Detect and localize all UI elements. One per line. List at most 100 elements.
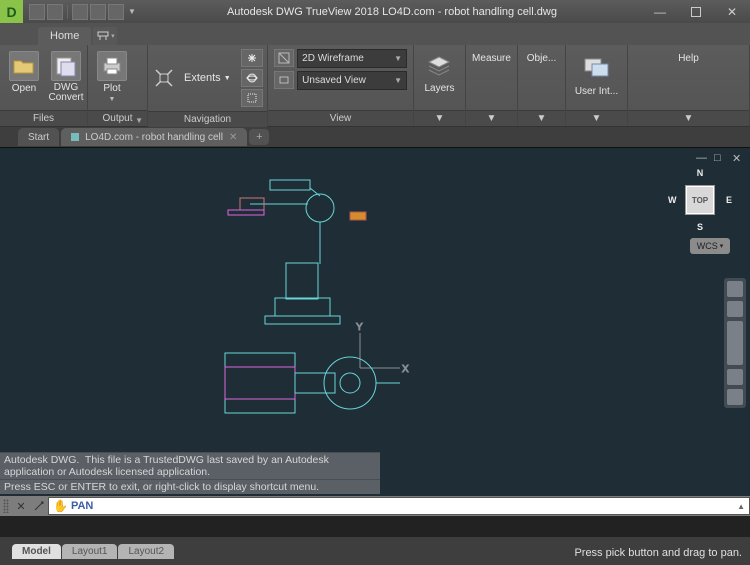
viewport-window-controls: — □ ✕ <box>696 152 744 162</box>
qat-open-icon[interactable] <box>29 4 45 20</box>
compass-s: S <box>697 222 703 232</box>
panel-title-help[interactable]: ▼ <box>628 110 749 126</box>
orbit-icon[interactable] <box>241 69 263 87</box>
dwg-convert-button[interactable]: DWG Convert <box>48 49 84 105</box>
command-input[interactable]: ✋ PAN ▲ <box>48 497 750 515</box>
panel-navigation: Extents▼ Navigation <box>148 45 268 126</box>
panel-object: Obje... ▼ <box>518 45 566 126</box>
panel-dropdown-icon[interactable]: ▼ <box>135 113 143 129</box>
history-line: Press ESC or ENTER to exit, or right-cli… <box>0 479 380 494</box>
qat-plot-icon[interactable] <box>72 4 88 20</box>
panel-title-ui[interactable]: ▼ <box>566 110 627 126</box>
help-label[interactable]: Help <box>678 53 699 64</box>
panel-title-files: Files <box>0 110 87 126</box>
plot-button[interactable]: Plot ▼ <box>94 49 130 105</box>
tab-layout2[interactable]: Layout2 <box>118 544 174 559</box>
qat-undo-icon[interactable] <box>90 4 106 20</box>
object-label[interactable]: Obje... <box>527 53 556 64</box>
panel-title-layers[interactable]: ▼ <box>414 110 465 126</box>
qat-redo-icon[interactable] <box>108 4 124 20</box>
app-logo[interactable]: D <box>0 0 23 23</box>
command-close-icon[interactable]: ✕ <box>12 498 30 514</box>
layers-icon <box>424 51 454 81</box>
printer-icon <box>97 51 127 81</box>
panel-measure: Measure ▼ <box>466 45 518 126</box>
layers-label: Layers <box>424 83 454 94</box>
title-bar: D ▼ Autodesk DWG TrueView 2018 LO4D.com … <box>0 0 750 23</box>
grip-icon[interactable] <box>3 499 9 513</box>
dwg-convert-label: DWG Convert <box>49 83 84 103</box>
dwg-file-icon <box>71 133 79 141</box>
tab-model[interactable]: Model <box>12 544 61 559</box>
close-button[interactable]: ✕ <box>714 0 750 23</box>
qat-dropdown-icon[interactable]: ▼ <box>128 7 136 16</box>
panel-help: Help ▼ <box>628 45 750 126</box>
open-button[interactable]: Open <box>6 49 42 96</box>
drawing-robot-plan <box>220 343 420 443</box>
qat-save-icon[interactable] <box>47 4 63 20</box>
command-dropdown-icon[interactable]: ▲ <box>737 502 745 511</box>
quick-access-toolbar: ▼ <box>23 4 142 20</box>
command-text: PAN <box>71 500 93 512</box>
navbar-pan-icon[interactable] <box>727 301 743 317</box>
viewport-close-icon[interactable]: ✕ <box>732 152 744 162</box>
panel-title-view: View <box>268 110 413 126</box>
panel-files: Open DWG Convert Files <box>0 45 88 126</box>
navbar-showmotion-icon[interactable] <box>727 389 743 405</box>
compass-w: W <box>668 195 677 205</box>
panel-user-interface: User Int... ▼ <box>566 45 628 126</box>
new-tab-button[interactable]: + <box>249 129 269 145</box>
tab-layout1[interactable]: Layout1 <box>62 544 118 559</box>
command-history: Autodesk DWG. This file is a TrustedDWG … <box>0 452 380 494</box>
pan-hand-icon: ✋ <box>53 499 68 513</box>
ribbon-tab-row: Home ▾ <box>0 23 750 45</box>
tab-plugin-icon[interactable]: ▾ <box>93 27 117 45</box>
navigation-bar <box>724 278 746 408</box>
viewport-maximize-icon[interactable]: □ <box>714 152 726 162</box>
tab-close-icon[interactable]: ✕ <box>229 132 237 143</box>
user-interface-icon <box>584 58 610 80</box>
plot-label: Plot <box>103 83 120 94</box>
view-cube[interactable]: N S E W TOP <box>670 170 730 230</box>
tab-home[interactable]: Home <box>38 27 91 45</box>
zoom-extents-icon <box>154 68 174 88</box>
visual-style-icon[interactable] <box>274 49 294 67</box>
window-controls: — ✕ <box>642 0 750 23</box>
history-line: Autodesk DWG. This file is a TrustedDWG … <box>0 452 380 479</box>
panel-title-object[interactable]: ▼ <box>518 110 565 126</box>
panel-title-measure[interactable]: ▼ <box>466 110 517 126</box>
folder-open-icon <box>9 51 39 81</box>
document-tabs: Start LO4D.com - robot handling cell ✕ + <box>0 127 750 147</box>
named-view-icon[interactable] <box>274 71 294 89</box>
visual-style-combo[interactable]: 2D Wireframe▼ <box>297 49 407 68</box>
user-interface-label[interactable]: User Int... <box>575 86 618 97</box>
status-message: Press pick button and drag to pan. <box>574 547 742 565</box>
panel-title-output: Output▼ <box>88 110 147 126</box>
command-settings-icon[interactable] <box>30 498 48 514</box>
tab-document[interactable]: LO4D.com - robot handling cell ✕ <box>61 128 247 146</box>
minimize-button[interactable]: — <box>642 0 678 23</box>
navbar-orbit-icon[interactable] <box>727 369 743 385</box>
zoom-window-icon[interactable] <box>241 89 263 107</box>
drawing-viewport[interactable]: — □ ✕ N S E W TOP WCS▾ <box>0 147 750 516</box>
svg-text:Y: Y <box>356 322 363 333</box>
tab-start[interactable]: Start <box>18 128 59 146</box>
compass-n: N <box>697 168 704 178</box>
navbar-wheel-icon[interactable] <box>727 281 743 297</box>
panel-layers: Layers ▼ <box>414 45 466 126</box>
layers-button[interactable]: Layers <box>421 49 457 96</box>
wcs-button[interactable]: WCS▾ <box>690 238 730 254</box>
navbar-zoom-slider[interactable] <box>727 321 743 365</box>
open-label: Open <box>12 83 36 94</box>
viewport-minimize-icon[interactable]: — <box>696 152 708 162</box>
pan-icon[interactable] <box>241 49 263 67</box>
window-title: Autodesk DWG TrueView 2018 LO4D.com - ro… <box>142 6 642 18</box>
compass: N S E W <box>670 170 730 230</box>
ribbon: Open DWG Convert Files Plot ▼ Output▼ Ex… <box>0 45 750 127</box>
panel-output: Plot ▼ Output▼ <box>88 45 148 126</box>
extents-button[interactable]: Extents▼ <box>180 70 235 86</box>
maximize-button[interactable] <box>678 0 714 23</box>
named-view-combo[interactable]: Unsaved View▼ <box>297 71 407 90</box>
command-bar: ✕ ✋ PAN ▲ <box>0 496 750 516</box>
measure-label[interactable]: Measure <box>472 53 511 64</box>
